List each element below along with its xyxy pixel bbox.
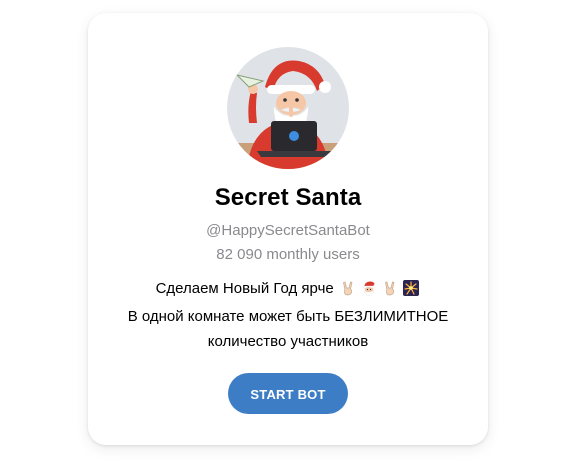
bot-avatar [227,47,349,169]
start-bot-button[interactable]: START BOT [228,373,348,414]
bot-card: Secret Santa @HappySecretSantaBot 82 090… [88,13,488,445]
victory-hand-emoji [340,279,356,296]
bot-description: Сделаем Новый Год ярче В одной комнате м… [88,276,488,354]
description-line-2: В одной комнате может быть БЕЗЛИМИТНОЕ [127,308,449,325]
victory-hand-emoji [382,279,398,296]
bot-username: @HappySecretSantaBot [206,222,370,239]
santa-emoji [361,279,377,296]
description-line-3: количество участников [207,333,369,350]
santa-with-laptop-illustration [227,47,349,169]
description-line-1: Сделаем Новый Год ярче [88,276,488,304]
monthly-users-count: 82 090 monthly users [216,246,360,263]
description-line-1-text: Сделаем Новый Год ярче [155,280,334,297]
description-emojis [340,279,421,304]
fireworks-emoji [403,279,420,296]
bot-title: Secret Santa [214,184,362,211]
